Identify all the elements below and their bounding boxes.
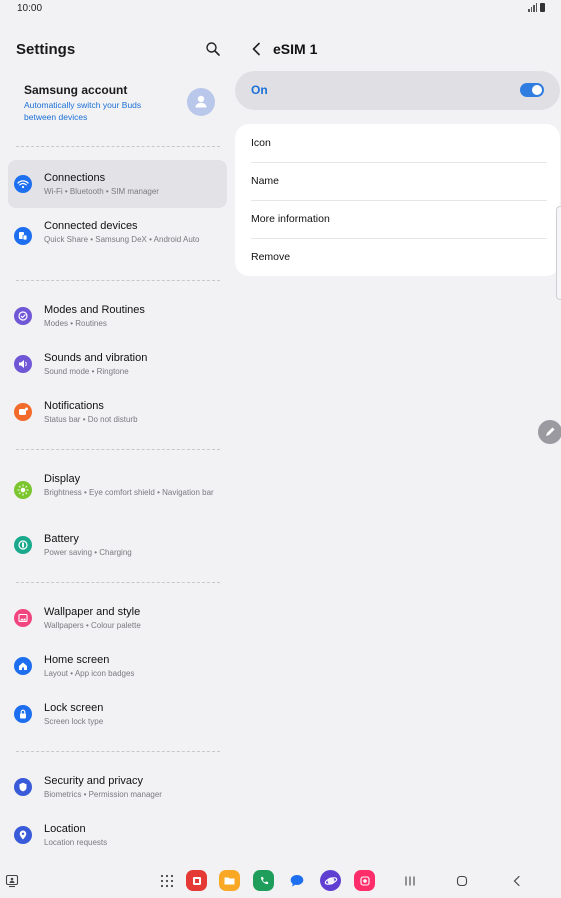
settings-item-battery[interactable]: Battery Power saving • Charging: [8, 523, 227, 567]
speaker-icon: [14, 355, 32, 373]
bell-icon: [14, 403, 32, 421]
check-circle-icon: [14, 307, 32, 325]
image-icon: [14, 609, 32, 627]
item-subtitle: Screen lock type: [44, 717, 104, 726]
item-title: Location: [44, 823, 86, 835]
settings-item-notifications[interactable]: Notifications Status bar • Do not distur…: [8, 390, 227, 434]
item-subtitle: Wi-Fi • Bluetooth • SIM manager: [44, 187, 159, 196]
battery-icon: [14, 536, 32, 554]
item-subtitle: Power saving • Charging: [44, 548, 132, 557]
item-title: Security and privacy: [44, 775, 144, 787]
esim-toggle-card[interactable]: On: [235, 71, 560, 110]
option-more-information[interactable]: More information: [251, 200, 547, 239]
divider: [16, 449, 220, 450]
item-subtitle: Location requests: [44, 838, 108, 847]
settings-item-wallpaper-and-style[interactable]: Wallpaper and style Wallpapers • Colour …: [8, 596, 227, 640]
esim-detail-pane: eSIM 1 On Icon Name More information Rem…: [234, 18, 561, 858]
home-button[interactable]: [456, 875, 468, 887]
page-title: Settings: [16, 41, 76, 58]
home-icon: [14, 657, 32, 675]
item-subtitle: Quick Share • Samsung DeX • Android Auto: [44, 235, 200, 244]
shield-icon: [14, 778, 32, 796]
edge-panel-handle[interactable]: [556, 206, 561, 300]
item-title: Connections: [44, 172, 106, 184]
settings-item-lock-screen[interactable]: Lock screen Screen lock type: [8, 692, 227, 736]
person-icon: [195, 95, 207, 108]
switch-knob: [532, 85, 542, 95]
esim-switch[interactable]: [520, 83, 544, 97]
my-files-icon[interactable]: [219, 870, 240, 891]
item-title: Lock screen: [44, 702, 104, 714]
settings-item-modes-and-routines[interactable]: Modes and Routines Modes • Routines: [8, 294, 227, 338]
settings-item-security-and-privacy[interactable]: Security and privacy Biometrics • Permis…: [8, 765, 227, 809]
item-subtitle: Biometrics • Permission manager: [44, 790, 162, 799]
item-subtitle: Layout • App icon badges: [44, 669, 135, 678]
item-title: Modes and Routines: [44, 304, 145, 316]
divider: [16, 146, 220, 147]
option-icon[interactable]: Icon: [251, 124, 547, 163]
edit-fab[interactable]: [538, 420, 561, 444]
option-name[interactable]: Name: [251, 162, 547, 201]
esim-options-card: Icon Name More information Remove: [235, 124, 560, 276]
pencil-icon: [546, 427, 555, 436]
settings-item-home-screen[interactable]: Home screen Layout • App icon badges: [8, 644, 227, 688]
settings-item-location[interactable]: Location Location requests: [8, 813, 227, 857]
option-label: Name: [251, 175, 280, 187]
settings-item-display[interactable]: Display Brightness • Eye comfort shield …: [8, 463, 227, 517]
internet-icon[interactable]: [320, 870, 341, 891]
samsung-account-card[interactable]: Samsung account Automatically switch you…: [8, 74, 227, 134]
status-bar: 10:00: [0, 0, 561, 18]
search-icon[interactable]: [205, 41, 221, 57]
option-label: Icon: [251, 137, 271, 149]
lock-icon: [14, 705, 32, 723]
item-title: Wallpaper and style: [44, 606, 141, 618]
account-name: Samsung account: [24, 83, 128, 97]
location-pin-icon: [14, 826, 32, 844]
option-label: Remove: [251, 251, 291, 263]
avatar: [187, 88, 215, 116]
item-subtitle: Wallpapers • Colour palette: [44, 621, 141, 630]
signal-icon: [528, 3, 537, 12]
option-label: More information: [251, 213, 330, 225]
item-title: Display: [44, 473, 81, 485]
item-title: Connected devices: [44, 220, 138, 232]
account-subtitle: Automatically switch your Buds between d…: [24, 100, 142, 122]
item-title: Sounds and vibration: [44, 352, 148, 364]
divider: [16, 751, 220, 752]
back-button[interactable]: [511, 875, 523, 887]
devices-icon: [14, 227, 32, 245]
option-remove[interactable]: Remove: [251, 238, 547, 276]
divider: [16, 280, 220, 281]
item-title: Notifications: [44, 400, 104, 412]
battery-status-icon: [540, 3, 545, 12]
settings-item-connections[interactable]: Connections Wi-Fi • Bluetooth • SIM mana…: [8, 160, 227, 208]
messages-icon[interactable]: [286, 870, 307, 891]
item-title: Home screen: [44, 654, 110, 666]
settings-pane: Settings Samsung account Automatically s…: [0, 18, 234, 858]
item-subtitle: Modes • Routines: [44, 319, 107, 328]
item-subtitle: Sound mode • Ringtone: [44, 367, 129, 376]
flipboard-icon[interactable]: [186, 870, 207, 891]
screen-assist-icon[interactable]: [5, 874, 19, 888]
recents-button[interactable]: [404, 875, 416, 887]
sun-icon: [14, 481, 32, 499]
status-icons: [528, 3, 545, 12]
navigation-bar: [0, 862, 561, 898]
toggle-label: On: [251, 83, 268, 97]
divider: [16, 582, 220, 583]
item-subtitle: Status bar • Do not disturb: [44, 415, 138, 424]
phone-icon[interactable]: [253, 870, 274, 891]
status-time: 10:00: [17, 3, 43, 14]
screen-recorder-icon[interactable]: [354, 870, 375, 891]
back-arrow-icon[interactable]: [248, 40, 266, 58]
wifi-icon: [14, 175, 32, 193]
app-drawer-icon[interactable]: [160, 874, 174, 888]
item-subtitle: Brightness • Eye comfort shield • Naviga…: [44, 488, 214, 497]
settings-item-sounds-and-vibration[interactable]: Sounds and vibration Sound mode • Ringto…: [8, 342, 227, 386]
detail-title: eSIM 1: [273, 41, 318, 57]
item-title: Battery: [44, 533, 79, 545]
settings-item-connected-devices[interactable]: Connected devices Quick Share • Samsung …: [8, 210, 227, 262]
